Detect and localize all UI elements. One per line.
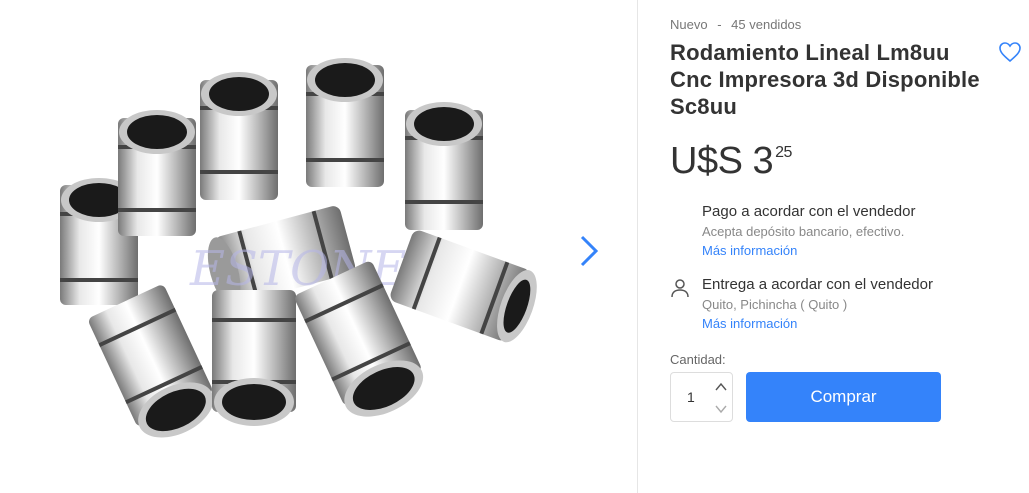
bearing [118,110,196,236]
price-amount: 3 [752,140,774,182]
condition-label: Nuevo [670,17,708,32]
payment-info: Pago a acordar con el vendedor Acepta de… [670,203,1025,263]
bearing [390,230,537,343]
delivery-more-link[interactable]: Más información [702,316,797,331]
sold-count: 45 vendidos [731,17,802,32]
chevron-up-icon[interactable] [714,381,728,393]
chevron-down-icon[interactable] [714,403,728,415]
product-image[interactable]: ESTONE [40,40,540,460]
bearing [212,290,296,426]
quantity-value[interactable]: 1 [687,389,695,405]
delivery-title: Entrega a acordar con el vendedor [702,276,933,293]
subtitle-separator: - [717,17,722,32]
bearing [405,102,483,230]
price-currency: U$S [670,140,743,182]
buy-button[interactable]: Comprar [746,372,941,422]
product-info: Nuevo - 45 vendidos Rodamiento Lineal Lm… [670,0,1025,493]
divider [637,0,638,493]
product-title: Rodamiento Lineal Lm8uu Cnc Impresora 3d… [670,40,980,119]
payment-title: Pago a acordar con el vendedor [702,203,916,220]
price: U$S 3 25 [670,140,792,183]
payment-detail: Acepta depósito bancario, efectivo. [702,224,905,239]
product-subtitle: Nuevo - 45 vendidos [670,17,801,32]
delivery-detail: Quito, Pichincha ( Quito ) [702,297,848,312]
quantity-label: Cantidad: [670,352,726,367]
bearing [306,58,384,187]
person-icon [671,279,689,298]
heart-outline-icon[interactable] [998,41,1022,63]
quantity-stepper[interactable]: 1 [670,372,733,422]
payment-more-link[interactable]: Más información [702,243,797,258]
delivery-info: Entrega a acordar con el vendedor Quito,… [670,276,1025,336]
chevron-right-icon[interactable] [574,234,604,268]
bearing [200,72,278,200]
price-cents: 25 [775,144,792,161]
bearing [89,285,214,438]
product-gallery: ESTONE [0,0,637,493]
